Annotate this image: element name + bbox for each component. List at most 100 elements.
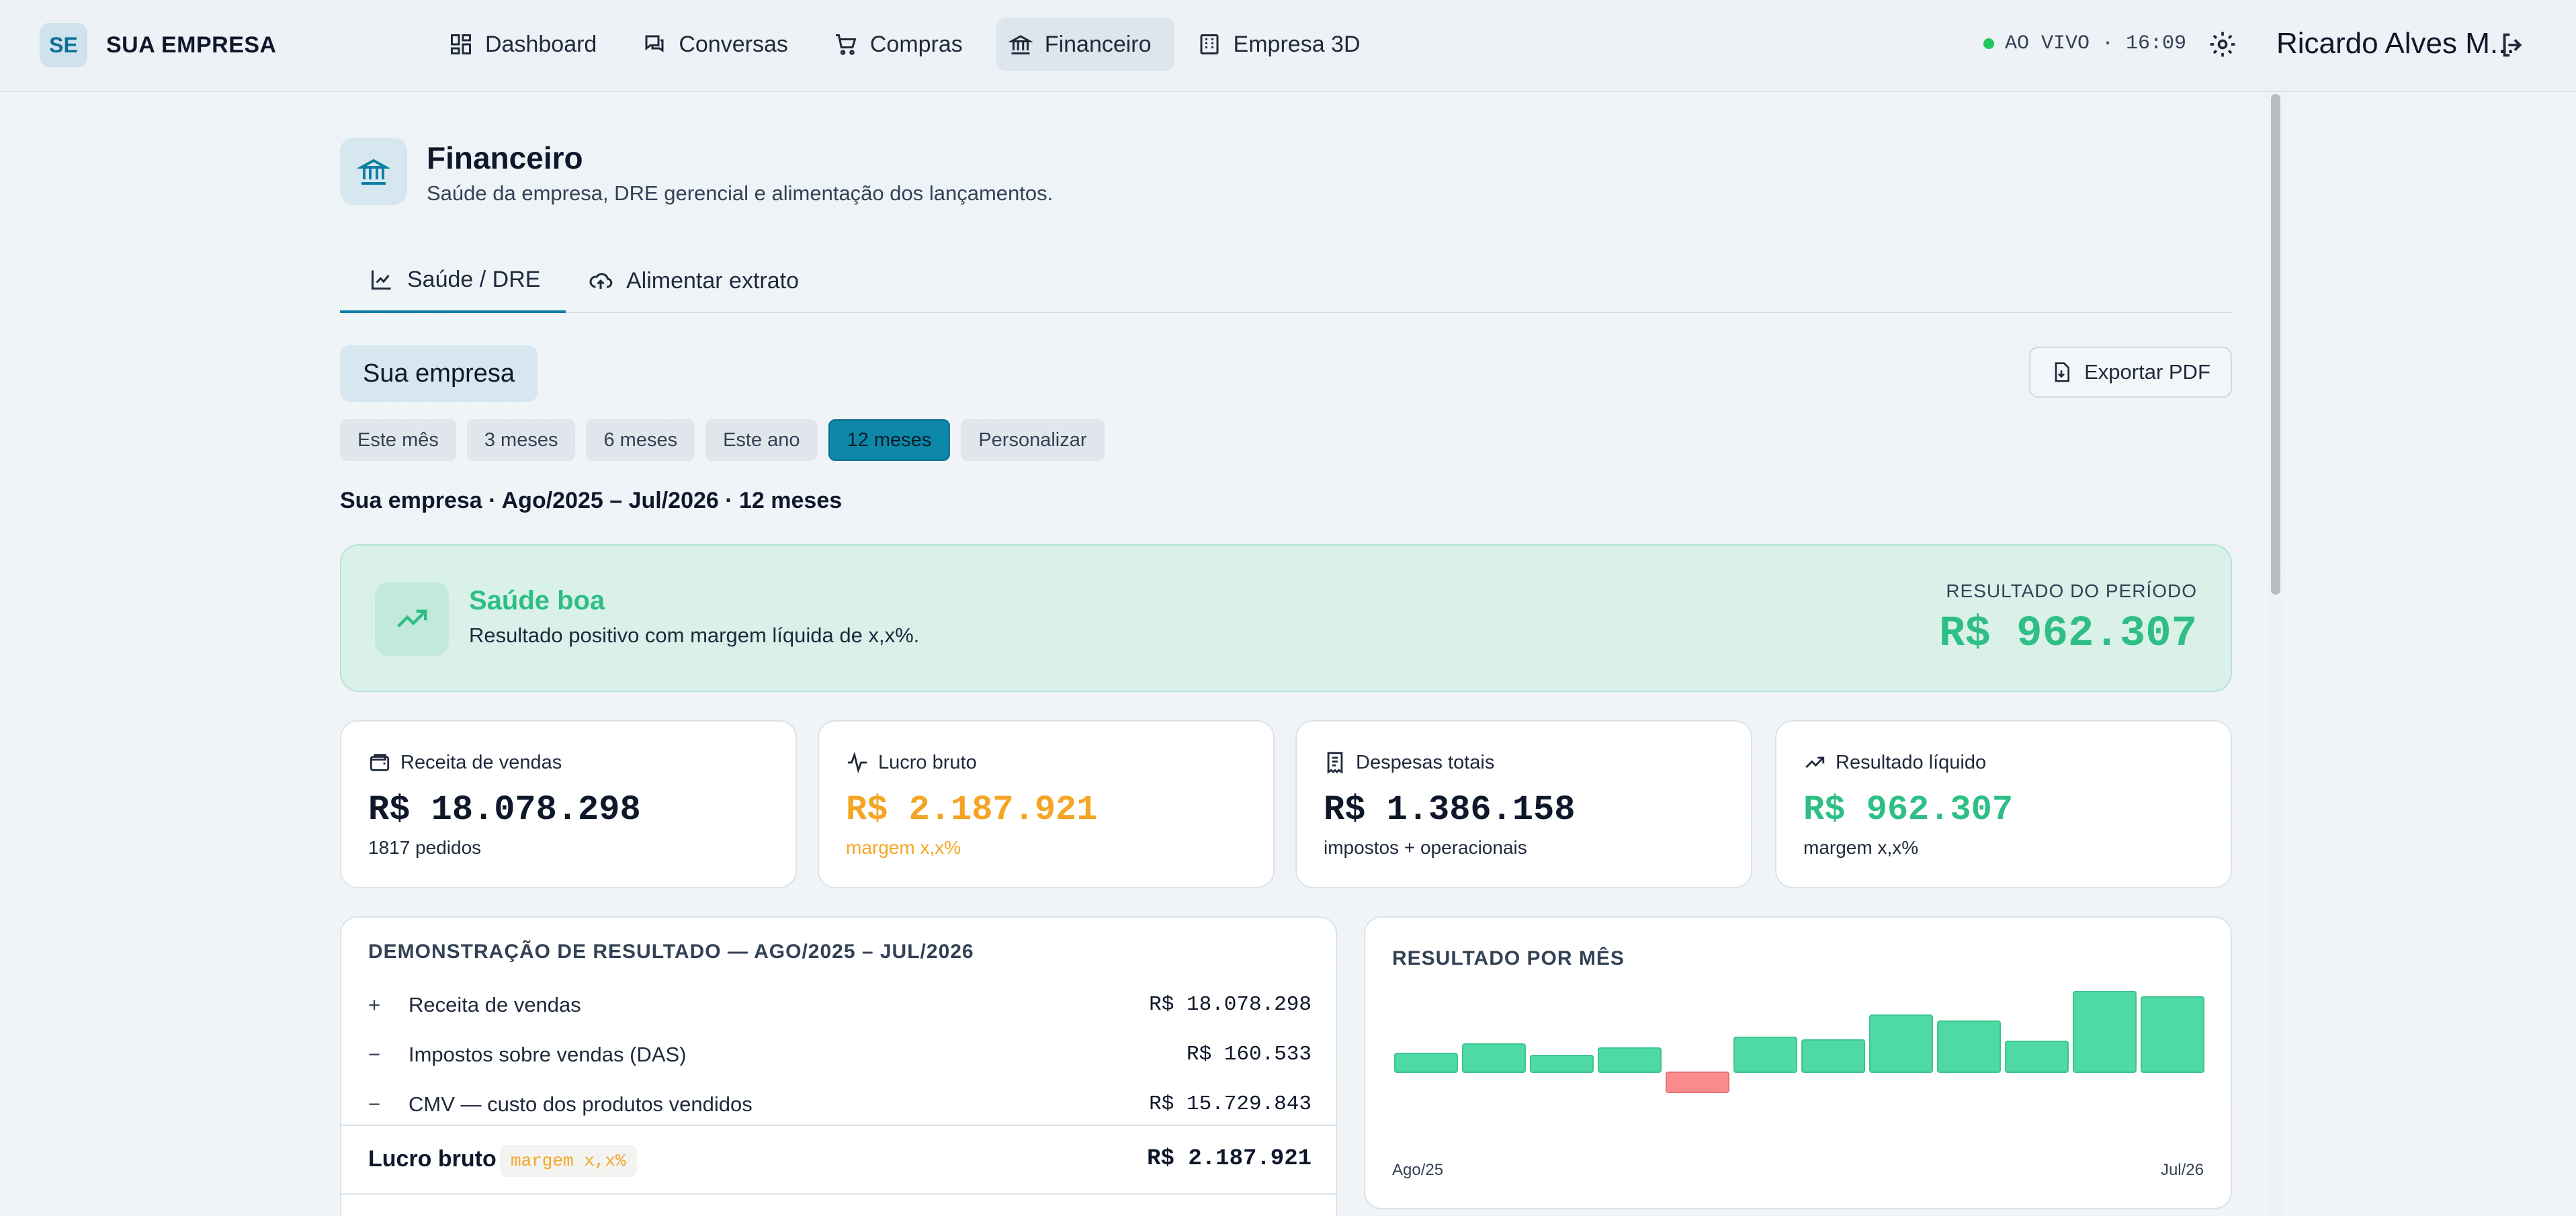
nav-compras[interactable]: Compras (822, 17, 986, 71)
nav-conversas[interactable]: Conversas (630, 17, 811, 71)
kpi-despesas-sub: impostos + operacionais (1324, 837, 1527, 858)
kpi-resultado-sub: margem x,x% (1803, 837, 1919, 858)
bar-jul-26[interactable] (2141, 996, 2204, 1073)
dre-gross-row: Lucro bruto margem x,x% R$ 2.187.921 (341, 1125, 1336, 1195)
margin-badge: margem x,x% (500, 1145, 637, 1177)
page-subtitle: Saúde da empresa, DRE gerencial e alimen… (427, 181, 1054, 205)
kpi-receita-value: R$ 18.078.298 (368, 790, 641, 830)
bar-jan-26[interactable] (1733, 1037, 1797, 1073)
gear-icon[interactable] (2208, 30, 2237, 59)
dre-sign: + (368, 993, 381, 1016)
kpi-despesas: Despesas totais R$ 1.386.158 impostos + … (1295, 720, 1752, 888)
tab-saude-dre[interactable]: Saúde / DRE (340, 249, 566, 313)
bar-nov-25[interactable] (1598, 1047, 1662, 1073)
x-tick-end: Jul/26 (2160, 1161, 2204, 1179)
live-dot-icon (1983, 38, 1994, 49)
monthly-result-chart: RESULTADO POR MÊS Ago/25 Jul/26 (1364, 916, 2232, 1209)
logout-icon[interactable] (2498, 30, 2529, 60)
bar-set-25[interactable] (1462, 1043, 1526, 1073)
trending-up-icon (1805, 756, 1825, 769)
bar-out-25[interactable] (1530, 1055, 1594, 1073)
kpi-lucro-bruto: Lucro bruto R$ 2.187.921 margem x,x% (818, 720, 1275, 888)
wallet-icon (370, 754, 390, 771)
dre-label: Receita de vendas (409, 993, 581, 1016)
period-este-mes[interactable]: Este mês (340, 419, 456, 461)
main-nav: Dashboard Conversas Compras Financeiro E… (437, 17, 1383, 71)
activity-icon (847, 751, 867, 774)
kpi-receita-label-row: Receita de vendas (368, 751, 562, 774)
export-pdf-label: Exportar PDF (2084, 360, 2210, 384)
live-status-text: AO VIVO · 16:09 (2005, 32, 2187, 55)
period-3-meses[interactable]: 3 meses (466, 419, 576, 461)
dre-sign: − (368, 1092, 381, 1116)
nav-financeiro-label: Financeiro (1044, 31, 1152, 57)
period-este-ano[interactable]: Este ano (705, 419, 818, 461)
bank-icon (1008, 35, 1033, 54)
dashboard-icon (451, 34, 471, 54)
period-filter: Este mês 3 meses 6 meses Este ano 12 mes… (340, 419, 1105, 461)
tab-saude-dre-label: Saúde / DRE (407, 266, 541, 292)
kpi-despesas-label-row: Despesas totais (1324, 751, 1494, 774)
tab-alimentar-extrato[interactable]: Alimentar extrato (589, 249, 799, 313)
period-6-meses[interactable]: 6 meses (586, 419, 695, 461)
cart-icon (835, 34, 857, 55)
nav-conversas-label: Conversas (679, 31, 788, 57)
bar-mar-26[interactable] (1869, 1014, 1933, 1073)
bar-mai-26[interactable] (2005, 1041, 2069, 1073)
kpi-lucro-sub: margem x,x% (846, 837, 961, 858)
line-chart-icon (372, 270, 391, 290)
dre-label: Impostos sobre vendas (DAS) (409, 1043, 687, 1066)
period-12-meses[interactable]: 12 meses (828, 419, 951, 461)
page-title: Financeiro (427, 140, 583, 175)
dre-row: − CMV — custo dos produtos vendidos R$ 1… (341, 1080, 1336, 1130)
cloud-upload-icon (589, 273, 613, 289)
nav-dashboard[interactable]: Dashboard (437, 17, 619, 71)
scrollbar-thumb[interactable] (2271, 94, 2280, 595)
page-bank-icon (340, 138, 407, 205)
brand-name: SUA EMPRESA (106, 32, 277, 58)
kpi-resultado-label-row: Resultado líquido (1803, 751, 1986, 774)
dre-gross-value: R$ 2.187.921 (1147, 1146, 1312, 1172)
kpi-lucro-label-row: Lucro bruto (846, 751, 977, 774)
x-tick-start: Ago/25 (1392, 1161, 1444, 1179)
building-icon (1200, 34, 1219, 54)
dre-gross-label: Lucro bruto (368, 1146, 497, 1172)
result-value: R$ 962.307 (1938, 610, 2197, 658)
dre-value: R$ 18.078.298 (1149, 993, 1312, 1016)
live-status: AO VIVO · 16:09 (1983, 32, 2186, 55)
bar-dez-25[interactable] (1666, 1072, 1729, 1093)
health-title: Saúde boa (469, 586, 605, 615)
health-description: Resultado positivo com margem líquida de… (469, 623, 920, 647)
bar-fev-26[interactable] (1801, 1039, 1865, 1073)
nav-financeiro[interactable]: Financeiro (996, 17, 1174, 71)
nav-compras-label: Compras (869, 31, 963, 57)
top-nav: SE SUA EMPRESA Dashboard Conversas Compr… (0, 0, 2576, 92)
dre-table: DEMONSTRAÇÃO DE RESULTADO — AGO/2025 – J… (340, 916, 1337, 1216)
bar-jun-26[interactable] (2073, 991, 2137, 1073)
nav-empresa-3d[interactable]: Empresa 3D (1185, 17, 1383, 71)
user-name[interactable]: Ricardo Alves M... (2276, 27, 2515, 60)
nav-empresa-3d-label: Empresa 3D (1233, 31, 1361, 57)
kpi-receita: Receita de vendas R$ 18.078.298 1817 ped… (340, 720, 797, 888)
kpi-receita-sub: 1817 pedidos (368, 837, 482, 858)
trending-up-icon (375, 582, 449, 656)
brand[interactable]: SE SUA EMPRESA (40, 23, 277, 67)
dre-row: + Receita de vendas R$ 18.078.298 (341, 981, 1336, 1031)
dre-label: CMV — custo dos produtos vendidos (409, 1092, 753, 1116)
dre-value: R$ 160.533 (1186, 1043, 1312, 1066)
bar-ago-25[interactable] (1394, 1053, 1458, 1073)
chat-icon (645, 35, 664, 52)
kpi-receita-label: Receita de vendas (400, 751, 562, 773)
chart-title: RESULTADO POR MÊS (1392, 947, 1625, 969)
period-personalizar[interactable]: Personalizar (961, 419, 1105, 461)
bar-abr-26[interactable] (1937, 1020, 2001, 1073)
dre-title: DEMONSTRAÇÃO DE RESULTADO — AGO/2025 – J… (368, 941, 974, 963)
export-pdf-button[interactable]: Exportar PDF (2029, 347, 2232, 398)
dre-sign: − (368, 1043, 381, 1066)
file-download-icon (2055, 362, 2070, 382)
receipt-icon (1327, 752, 1343, 774)
kpi-resultado-value: R$ 962.307 (1803, 790, 2014, 830)
dre-value: R$ 15.729.843 (1149, 1092, 1312, 1116)
tabs: Saúde / DRE Alimentar extrato (340, 249, 2232, 313)
company-selector[interactable]: Sua empresa (340, 345, 538, 402)
